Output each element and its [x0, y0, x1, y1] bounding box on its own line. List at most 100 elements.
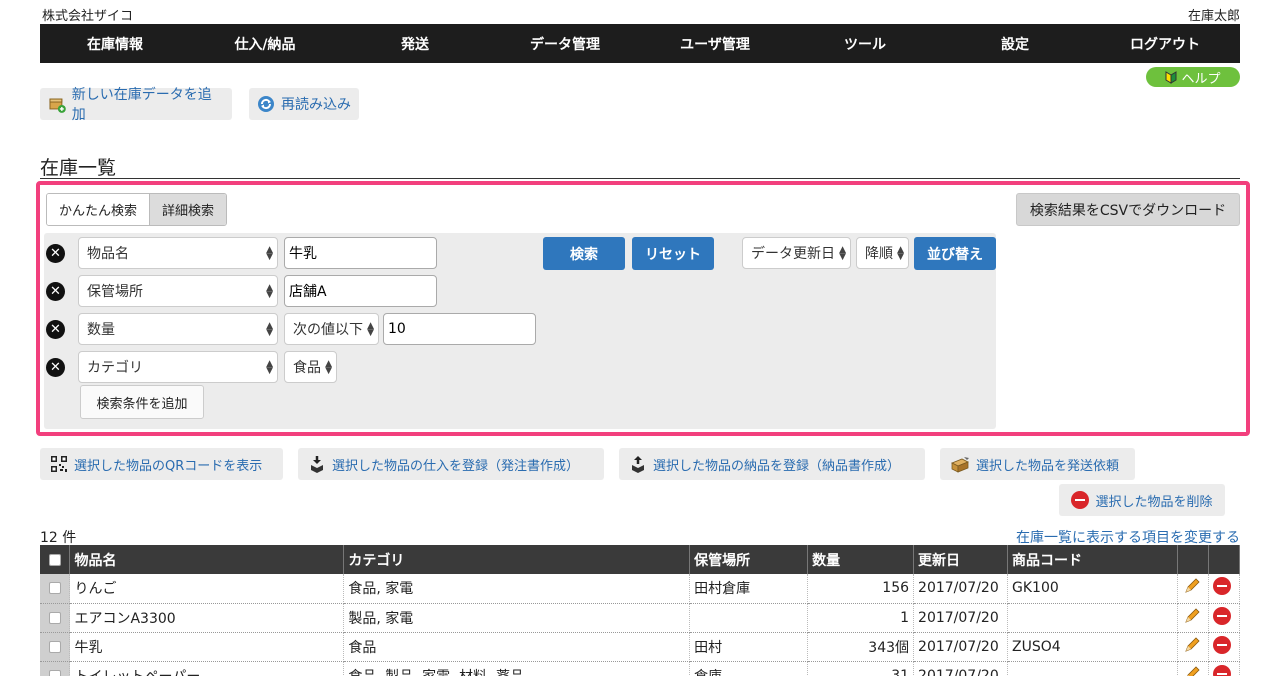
col-location[interactable]: 保管場所 — [689, 545, 809, 574]
row-checkbox[interactable] — [48, 582, 61, 595]
cell-updated: 2017/07/20 — [913, 603, 1009, 633]
cell-location: 田村 — [689, 632, 809, 662]
select-all-header — [40, 545, 71, 574]
user-name[interactable]: 在庫太郎 — [1188, 5, 1240, 24]
help-button[interactable]: ヘルプ — [1146, 67, 1240, 87]
csv-download-button[interactable]: 検索結果をCSVでダウンロード — [1016, 193, 1240, 226]
nav-settings[interactable]: 設定 — [940, 24, 1090, 63]
edit-cell — [1177, 574, 1209, 604]
search-button[interactable]: 検索 — [543, 237, 625, 270]
delete-row-icon[interactable] — [1212, 635, 1231, 654]
condition-value-input[interactable] — [284, 237, 437, 269]
condition-field-select[interactable]: カテゴリ ▲ ▼ — [78, 351, 278, 383]
table-row[interactable]: トイレットペーパー 食品, 製品, 家電, 材料, 薬品 倉庫 31 2017/… — [40, 661, 1241, 676]
reload-button[interactable]: 再読み込み — [249, 88, 359, 120]
cell-name: りんご — [69, 574, 345, 604]
box-arrow-down-icon — [311, 456, 323, 473]
change-columns-link[interactable]: 在庫一覧に表示する項目を変更する — [1016, 527, 1240, 547]
condition-operator-select[interactable]: 次の値以下 ▲ ▼ — [284, 313, 379, 345]
remove-condition-icon[interactable]: ✕ — [46, 358, 65, 377]
delete-row-icon[interactable] — [1212, 606, 1231, 625]
condition-row: ✕ 数量 ▲ ▼ 次の値以下 ▲ ▼ — [44, 313, 996, 345]
remove-condition-icon[interactable]: ✕ — [46, 320, 65, 339]
nav-logout[interactable]: ログアウト — [1090, 24, 1240, 63]
remove-condition-icon[interactable]: ✕ — [46, 244, 65, 263]
nav-data-management[interactable]: データ管理 — [490, 24, 640, 63]
row-checkbox[interactable] — [48, 640, 61, 653]
add-stock-button[interactable]: 新しい在庫データを追加 — [40, 87, 232, 123]
select-arrow-icon: ▲ ▼ — [367, 321, 374, 338]
nav-purchase-delivery[interactable]: 仕入/納品 — [190, 24, 340, 63]
select-arrow-icon: ▲ ▼ — [266, 245, 273, 262]
condition-field-select[interactable]: 数量 ▲ ▼ — [78, 313, 278, 345]
add-condition-button[interactable]: 検索条件を追加 — [80, 385, 204, 419]
condition-field-select[interactable]: 保管場所 ▲ ▼ — [78, 275, 278, 307]
register-delivery-label: 選択した物品の納品を登録（納品書作成） — [653, 458, 901, 474]
delete-row-icon[interactable] — [1212, 577, 1231, 596]
search-panel: かんたん検索 詳細検索 検索結果をCSVでダウンロード ✕ 物品名 ▲▼ 検索 … — [36, 181, 1250, 436]
option-value: 食品 — [293, 360, 321, 376]
pencil-icon[interactable] — [1182, 606, 1202, 626]
register-purchase-label: 選択した物品の仕入を登録（発注書作成） — [332, 458, 580, 474]
reset-button[interactable]: リセット — [632, 237, 714, 270]
cell-quantity: 31 — [807, 661, 915, 676]
cell-category: 製品, 家電 — [343, 603, 691, 633]
condition-row: ✕ カテゴリ ▲ ▼ 食品 ▲ ▼ — [44, 351, 996, 383]
delete-cell — [1208, 632, 1241, 662]
condition-panel: ✕ 物品名 ▲▼ 検索 リセット データ更新日 ▲▼ 降順 ▲▼ 並び替え ✕ … — [44, 233, 996, 429]
request-shipping-button[interactable]: 選択した物品を発送依頼 — [940, 448, 1135, 480]
condition-option-select[interactable]: 食品 ▲ ▼ — [284, 351, 337, 383]
show-qr-button[interactable]: 選択した物品のQRコードを表示 — [40, 448, 283, 480]
cell-location: 田村倉庫 — [689, 574, 809, 604]
condition-value-input[interactable] — [284, 275, 437, 307]
col-code[interactable]: 商品コード — [1007, 545, 1178, 574]
pencil-icon[interactable] — [1182, 635, 1202, 655]
col-updated[interactable]: 更新日 — [913, 545, 1009, 574]
field-value: カテゴリ — [87, 360, 143, 376]
edit-cell — [1177, 632, 1209, 662]
cell-name: エアコンA3300 — [69, 603, 345, 633]
tab-detail-search[interactable]: 詳細検索 — [149, 194, 227, 225]
condition-field-select[interactable]: 物品名 ▲ ▼ — [78, 237, 278, 269]
row-select-cell — [40, 574, 71, 604]
delete-row-icon[interactable] — [1212, 664, 1231, 676]
cell-name: トイレットペーパー — [69, 661, 345, 676]
register-purchase-button[interactable]: 選択した物品の仕入を登録（発注書作成） — [298, 448, 604, 480]
select-arrow-icon: ▲ ▼ — [266, 359, 273, 376]
delete-selected-button[interactable]: 選択した物品を削除 — [1059, 484, 1225, 516]
sort-field-value: データ更新日 — [751, 246, 835, 262]
col-delete — [1208, 545, 1241, 574]
col-name[interactable]: 物品名 — [69, 545, 345, 574]
col-category[interactable]: カテゴリ — [343, 545, 691, 574]
operator-value: 次の値以下 — [293, 322, 363, 338]
remove-condition-icon[interactable]: ✕ — [46, 282, 65, 301]
beginner-mark-icon — [1165, 70, 1177, 84]
pencil-icon[interactable] — [1182, 664, 1202, 676]
nav-user-management[interactable]: ユーザ管理 — [640, 24, 790, 63]
row-select-cell — [40, 632, 71, 662]
condition-value-input[interactable] — [383, 313, 536, 345]
tab-simple-search[interactable]: かんたん検索 — [47, 194, 150, 225]
table-row[interactable]: エアコンA3300 製品, 家電 1 2017/07/20 — [40, 603, 1241, 633]
pencil-icon[interactable] — [1182, 576, 1202, 596]
delete-cell — [1208, 603, 1241, 633]
table-row[interactable]: りんご 食品, 家電 田村倉庫 156 2017/07/20 GK100 — [40, 574, 1241, 604]
table-row[interactable]: 牛乳 食品 田村 343個 2017/07/20 ZUSO4 — [40, 632, 1241, 662]
sort-order-select[interactable]: 降順 ▲ ▼ — [856, 237, 909, 269]
nav-tools[interactable]: ツール — [790, 24, 940, 63]
row-checkbox[interactable] — [48, 669, 61, 676]
edit-cell — [1177, 661, 1209, 676]
col-quantity[interactable]: 数量 — [807, 545, 915, 574]
cell-code: ZUSO4 — [1007, 632, 1178, 662]
select-arrow-icon: ▲ ▼ — [897, 245, 904, 262]
row-checkbox[interactable] — [48, 611, 61, 624]
delete-icon — [1071, 491, 1090, 509]
register-delivery-button[interactable]: 選択した物品の納品を登録（納品書作成） — [619, 448, 925, 480]
table-header-row: 物品名 カテゴリ 保管場所 数量 更新日 商品コード — [40, 545, 1241, 574]
select-all-checkbox[interactable] — [48, 553, 61, 566]
nav-shipping[interactable]: 発送 — [340, 24, 490, 63]
nav-stock-info[interactable]: 在庫情報 — [40, 24, 190, 63]
cell-category: 食品 — [343, 632, 691, 662]
sort-button[interactable]: 並び替え — [914, 237, 996, 270]
sort-field-select[interactable]: データ更新日 ▲ ▼ — [742, 237, 851, 269]
